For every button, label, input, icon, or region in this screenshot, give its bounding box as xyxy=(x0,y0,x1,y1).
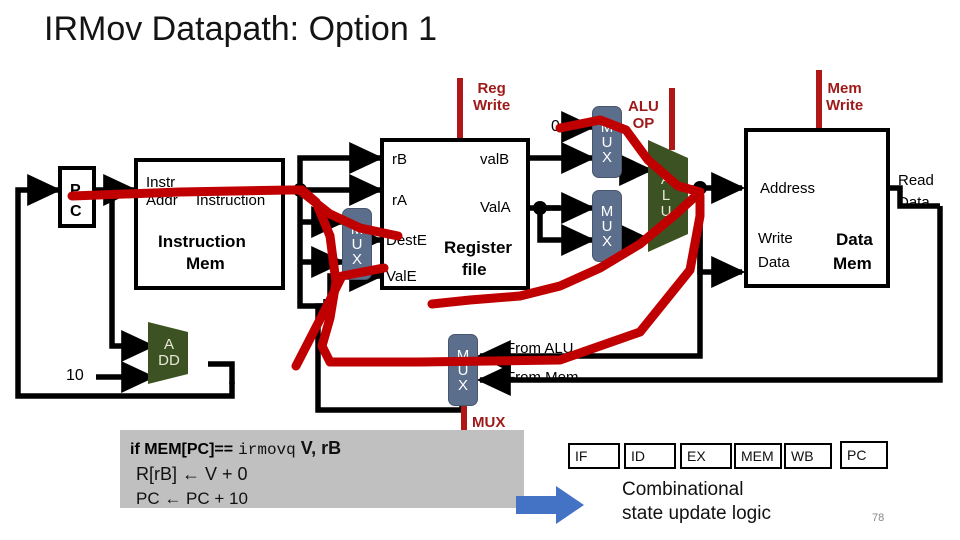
decode-mux-char-2: X xyxy=(351,250,362,268)
alu-mux-top: M U X xyxy=(592,106,622,178)
pc-label-line2: C xyxy=(70,203,82,220)
stage-label-wb: WB xyxy=(791,448,814,464)
stage-label-mem: MEM xyxy=(741,448,774,464)
instruction-output-label: Instruction xyxy=(196,192,266,209)
pseudocode-line1-operands: V, rB xyxy=(300,438,342,458)
combinational-logic-caption: Combinational state update logic xyxy=(622,478,771,526)
pseudocode-line-1: if MEM[PC]== irmovq V, rB xyxy=(130,438,341,459)
register-file-input-deste: DestE xyxy=(386,232,427,249)
data-mem-output-read-data-line1: Read xyxy=(898,172,934,189)
alu-mux-bottom: M U X xyxy=(592,190,622,262)
pseudocode-line1-instruction: irmovq xyxy=(238,441,296,459)
data-mem-input-write-data-line1: Write xyxy=(758,230,793,247)
writeback-mux-char-0: M xyxy=(456,346,470,364)
writeback-from-mem-label: From Mem xyxy=(506,369,579,386)
reg-write-label-line1: Reg xyxy=(477,80,506,97)
register-file-input-vale: ValE xyxy=(386,268,417,285)
alu-char-1: L xyxy=(661,187,671,205)
data-mem-title-line2: Mem xyxy=(833,254,872,273)
add-unit: A DD xyxy=(148,322,210,384)
add-unit-label-line1: A xyxy=(163,336,174,354)
register-file-output-valb: valB xyxy=(480,151,510,168)
alu-char-0: A xyxy=(660,171,671,189)
blue-arrow-icon xyxy=(516,486,584,524)
alu-mux-top-char-2: X xyxy=(601,148,612,166)
pc-label-line1: P xyxy=(70,182,81,199)
stage-box-ex[interactable]: EX xyxy=(680,443,732,469)
register-file-input-ra: rA xyxy=(392,192,407,209)
page-title: IRMov Datapath: Option 1 xyxy=(44,10,438,48)
stage-label-pc: PC xyxy=(847,447,867,463)
decode-mux-input-d: D xyxy=(322,296,333,313)
register-file-output-vala: ValA xyxy=(480,199,511,216)
pseudocode-line-3: PC ← PC + 10 xyxy=(136,489,248,508)
writeback-from-alu-label: From ALU xyxy=(506,340,574,357)
data-mem-title-line1: Data xyxy=(836,230,873,249)
combinational-caption-line2: state update logic xyxy=(622,502,771,524)
pseudocode-line-2: R[rB] ← V + 0 xyxy=(136,464,248,484)
add-unit-label-line2: DD xyxy=(158,352,180,369)
constant-zero-label: 0 xyxy=(551,118,560,135)
mux-select-label-line1: MUX xyxy=(472,414,506,431)
decode-mux-input-ra: rA xyxy=(318,252,333,269)
register-file-input-rb: rB xyxy=(392,151,407,168)
instr-addr-label-line2: Addr xyxy=(146,192,178,209)
page-number: 78 xyxy=(872,512,885,524)
alu-op-label-line2: OP xyxy=(632,115,655,133)
alu-mux-bottom-char-2: X xyxy=(601,232,612,250)
stage-box-mem[interactable]: MEM xyxy=(734,443,782,469)
decode-mux-char-1: U xyxy=(351,235,363,253)
mem-write-label-line2: Write xyxy=(826,97,864,115)
alu-op-control-label: ALU OP xyxy=(628,98,659,133)
combinational-caption-line1: Combinational xyxy=(622,479,744,500)
alu-char-2: U xyxy=(660,202,672,220)
writeback-mux: M U X xyxy=(448,334,478,406)
register-file-title-line1: Register xyxy=(444,238,513,257)
alu-mux-top-char-1: U xyxy=(601,133,613,151)
data-mem-output-read-data-line2: Data xyxy=(898,194,930,211)
stage-box-id[interactable]: ID xyxy=(624,443,676,469)
mem-write-label-line1: Mem xyxy=(827,80,862,97)
stage-box-pc[interactable]: PC xyxy=(840,441,888,469)
mem-write-control-bar xyxy=(816,70,822,128)
reg-write-control-label: Reg Write xyxy=(473,80,510,115)
instr-addr-label-line1: Instr xyxy=(146,174,176,191)
data-mem-input-address: Address xyxy=(760,180,816,197)
instruction-mem-title-line1: Instruction xyxy=(158,232,246,251)
constant-ten-label: 10 xyxy=(66,367,84,384)
data-mem-input-write-data-line2: Data xyxy=(758,254,790,271)
stage-label-id: ID xyxy=(631,448,645,464)
stage-box-wb[interactable]: WB xyxy=(784,443,832,469)
stage-box-if[interactable]: IF xyxy=(568,443,620,469)
alu-mux-bottom-char-1: U xyxy=(601,217,613,235)
stage-label-ex: EX xyxy=(687,448,706,464)
alu-mux-top-char-0: M xyxy=(600,118,614,136)
decode-mux-char-0: M xyxy=(350,220,364,238)
alu-op-control-bar xyxy=(669,88,675,150)
register-file-title-line2: file xyxy=(462,260,487,279)
decode-mux-input-rb: rB xyxy=(318,212,333,229)
reg-write-label-line2: Write xyxy=(473,97,511,115)
mem-write-control-label: Mem Write xyxy=(826,80,863,115)
alu-op-label-line1: ALU xyxy=(628,98,659,115)
instruction-mem-title-line2: Mem xyxy=(186,254,225,273)
decode-mux: M U X xyxy=(342,208,372,280)
writeback-mux-char-2: X xyxy=(457,376,468,394)
pseudocode-line1-prefix: if MEM[PC]== xyxy=(130,441,234,458)
alu-mux-bottom-char-0: M xyxy=(600,202,614,220)
stage-label-if: IF xyxy=(575,448,588,464)
reg-write-control-bar xyxy=(457,78,463,138)
writeback-mux-char-1: U xyxy=(457,361,469,379)
alu-unit: A L U xyxy=(648,140,700,252)
